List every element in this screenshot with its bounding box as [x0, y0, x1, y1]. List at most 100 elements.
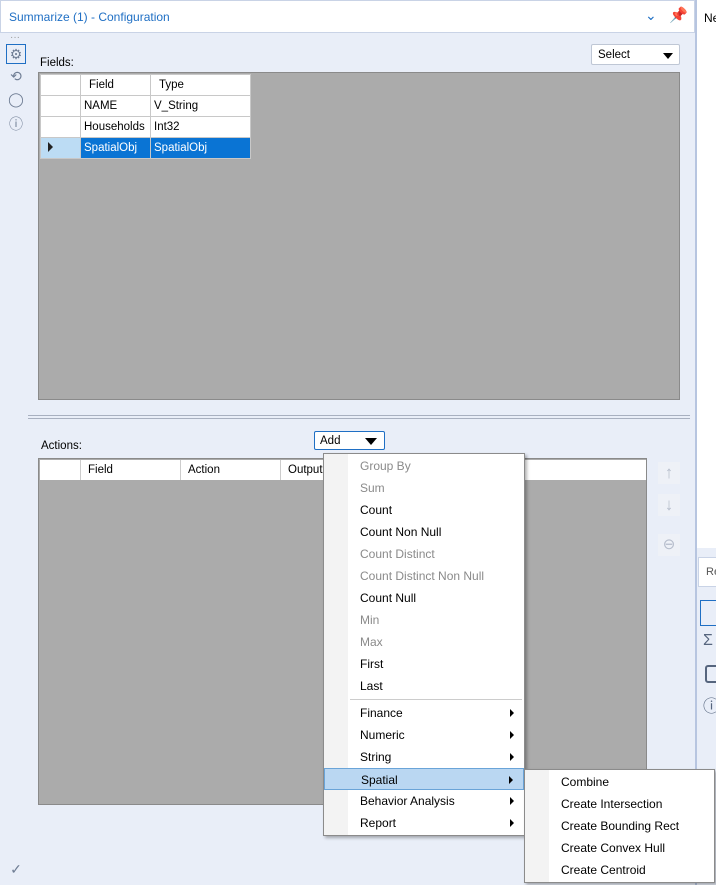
field-cell: SpatialObj: [80, 137, 151, 159]
menu-item-label: Spatial: [361, 773, 398, 787]
move-up-button[interactable]: ↑: [658, 462, 680, 484]
row-pointer: [40, 137, 81, 159]
submenu-item[interactable]: Finance: [324, 702, 524, 724]
sigma-icon[interactable]: Σ: [703, 632, 713, 650]
config-header: Summarize (1) - Configuration ⌄ 📌: [0, 0, 695, 33]
menu-item-label: Create Intersection: [561, 797, 663, 811]
menu-item[interactable]: Count Distinct: [324, 543, 524, 565]
table-row[interactable]: NAME V_String: [40, 95, 251, 117]
menu-item-label: Max: [360, 635, 383, 649]
spatial-menu-item[interactable]: Create Centroid: [525, 859, 714, 881]
column-header-action[interactable]: Action: [188, 464, 220, 476]
spatial-menu-item[interactable]: Create Convex Hull: [525, 837, 714, 859]
submenu-item[interactable]: Report: [324, 812, 524, 834]
spatial-submenu: Combine Create Intersection Create Boundin…: [524, 769, 715, 883]
menu-item[interactable]: Count Distinct Non Null: [324, 565, 524, 587]
chevron-right-icon: [510, 709, 514, 717]
menu-item[interactable]: Group By: [324, 455, 524, 477]
add-menu: Group By Sum Count Count Non Null Count Dist…: [323, 453, 525, 836]
column-header-field[interactable]: Field: [80, 74, 151, 96]
menu-item-label: Numeric: [360, 728, 405, 742]
type-cell: SpatialObj: [150, 137, 251, 159]
splitter[interactable]: [28, 415, 690, 419]
window-title: Summarize (1) - Configuration: [9, 10, 170, 24]
caret-down-icon: [365, 438, 377, 445]
fields-label: Fields:: [40, 57, 74, 69]
table-row[interactable]: Households Int32: [40, 116, 251, 138]
add-label: Add: [320, 435, 341, 447]
submenu-item[interactable]: String: [324, 746, 524, 768]
menu-item-label: Create Bounding Rect: [561, 819, 680, 833]
column-header-output[interactable]: Output: [288, 464, 323, 476]
menu-item-label: Count Non Null: [360, 525, 442, 539]
spatial-menu-item[interactable]: Combine: [525, 771, 714, 793]
table-row[interactable]: SpatialObj SpatialObj: [40, 137, 251, 159]
actions-label: Actions:: [41, 440, 82, 452]
submenu-item[interactable]: Behavior Analysis: [324, 790, 524, 812]
menu-item[interactable]: Last: [324, 675, 524, 697]
caret-down-icon: [663, 53, 673, 59]
menu-item-label: Combine: [561, 775, 610, 789]
row-pointer-icon: [48, 141, 53, 152]
chevron-down-icon[interactable]: ⌄: [645, 7, 657, 24]
right-panel: Ne Re Σ ⓘ: [695, 0, 716, 885]
column-header-field[interactable]: Field: [88, 464, 113, 476]
submenu-item[interactable]: Spatial: [324, 768, 524, 790]
move-down-button[interactable]: ↓: [658, 494, 680, 516]
menu-item[interactable]: Count Null: [324, 587, 524, 609]
menu-item[interactable]: Count: [324, 499, 524, 521]
select-label: Select: [598, 49, 630, 61]
menu-item-label: Min: [360, 613, 380, 627]
add-dropdown[interactable]: Add: [314, 431, 385, 450]
field-cell: Households: [80, 116, 151, 138]
square-icon[interactable]: [705, 665, 716, 683]
type-cell: V_String: [150, 95, 251, 117]
type-cell: Int32: [150, 116, 251, 138]
menu-separator: [350, 699, 522, 700]
menu-item[interactable]: Max: [324, 631, 524, 653]
chevron-right-icon: [510, 819, 514, 827]
menu-item[interactable]: Min: [324, 609, 524, 631]
chevron-right-icon: [510, 797, 514, 805]
fields-table: Field Type NAME V_String Households Int32 S…: [40, 74, 251, 159]
menu-item[interactable]: Count Non Null: [324, 521, 524, 543]
chevron-right-icon: [509, 776, 513, 784]
list-icon[interactable]: [700, 600, 716, 626]
chevron-right-icon: [510, 731, 514, 739]
gear-icon: ⚙: [9, 46, 23, 62]
menu-item-label: Count: [360, 503, 393, 517]
menu-item-label: Count Null: [360, 591, 417, 605]
menu-item-label: Count Distinct: [360, 547, 435, 561]
menu-item-label: Behavior Analysis: [360, 794, 455, 808]
submenu-item[interactable]: Numeric: [324, 724, 524, 746]
row-header-corner: [40, 74, 81, 96]
select-dropdown[interactable]: Select: [591, 44, 680, 65]
menu-item-label: Finance: [360, 706, 403, 720]
menu-item-label: Last: [360, 679, 383, 693]
tag-icon[interactable]: ◯: [7, 91, 25, 108]
fields-grid[interactable]: Field Type NAME V_String Households Int32 S…: [38, 72, 680, 400]
right-panel-tab[interactable]: Re: [698, 557, 716, 587]
annotation-icon[interactable]: ⟲: [7, 68, 25, 85]
grip-icon: ···: [10, 32, 20, 43]
menu-item-label: Create Centroid: [561, 863, 646, 877]
help-icon[interactable]: ⓘ: [703, 692, 716, 717]
menu-item-label: Report: [360, 816, 397, 830]
configuration-tab[interactable]: ⚙: [6, 44, 26, 64]
help-icon[interactable]: ⓘ: [7, 114, 25, 134]
menu-item[interactable]: Sum: [324, 477, 524, 499]
right-panel-text: Ne: [704, 11, 716, 25]
remove-button[interactable]: ⊖: [658, 534, 680, 556]
menu-item-label: String: [360, 750, 392, 764]
pin-icon[interactable]: 📌: [669, 6, 688, 24]
spatial-menu-item[interactable]: Create Intersection: [525, 793, 714, 815]
menu-item-label: Group By: [360, 459, 411, 473]
menu-item-label: Count Distinct Non Null: [360, 569, 485, 583]
check-circle-icon: ✓: [10, 861, 22, 877]
column-header-type[interactable]: Type: [150, 74, 251, 96]
spatial-menu-item[interactable]: Create Bounding Rect: [525, 815, 714, 837]
menu-item[interactable]: First: [324, 653, 524, 675]
menu-item-label: Create Convex Hull: [561, 841, 666, 855]
field-cell: NAME: [80, 95, 151, 117]
chevron-right-icon: [510, 753, 514, 761]
